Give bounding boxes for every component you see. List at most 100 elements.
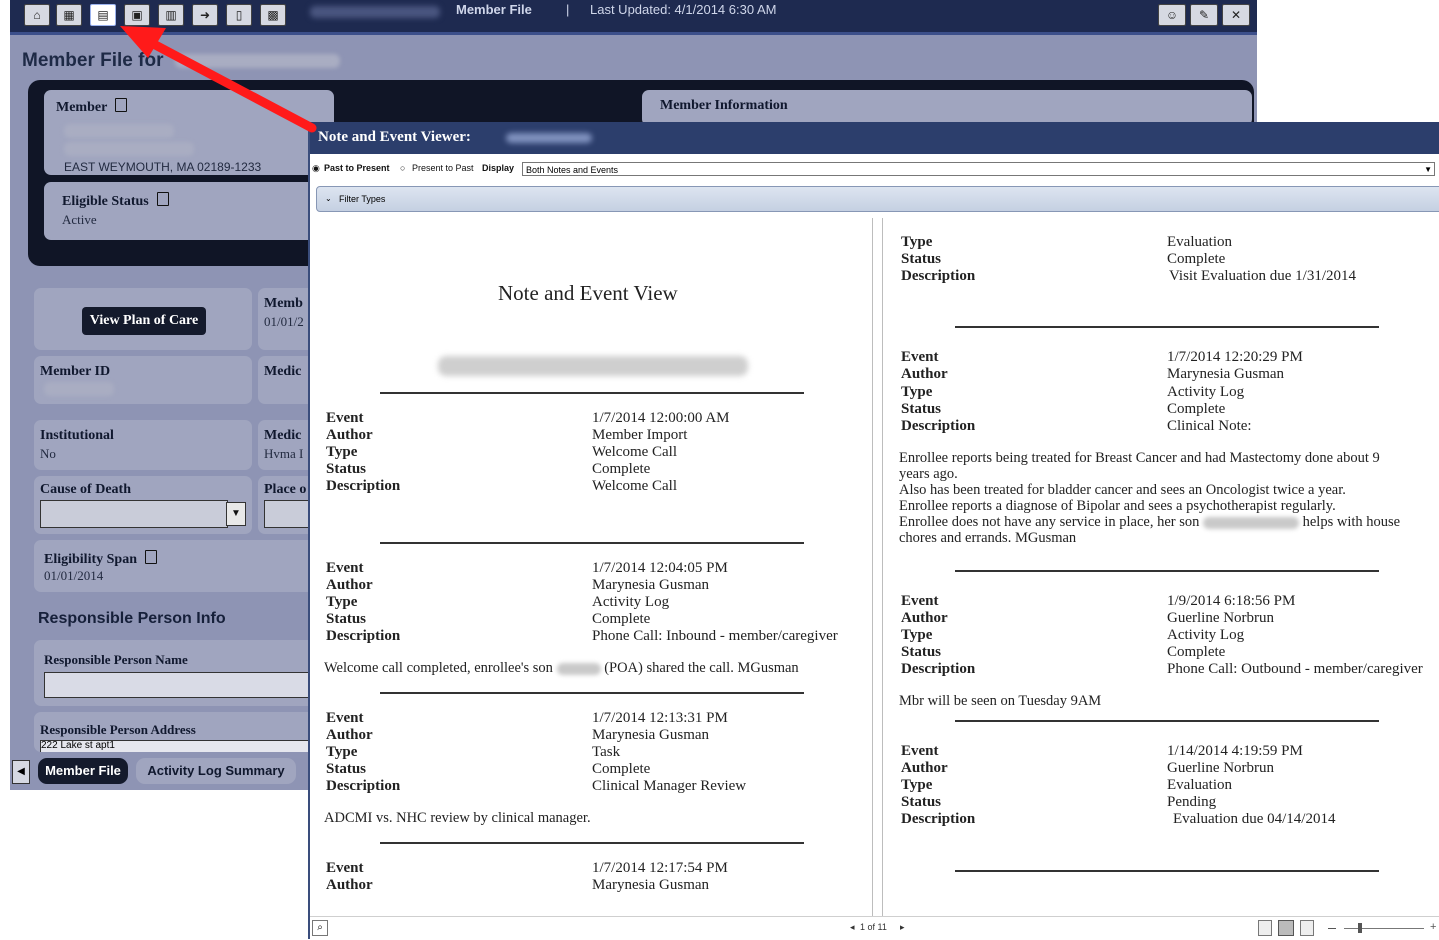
eligibility-span-label-text: Eligibility Span [44,552,137,567]
eligibility-span-tile: Eligibility Span 01/01/2014 [34,540,318,592]
medic-partial-label: Medic [264,428,302,443]
blurred-street [64,142,194,156]
copy-icon[interactable] [144,550,157,564]
calendar-icon[interactable]: ▣ [124,4,150,26]
arrow-icon[interactable]: ➜ [192,4,218,26]
author-value: Member Import [592,427,688,443]
entry-note: Mbr will be seen on Tuesday 9AM [899,693,1102,709]
past-to-present-radio[interactable]: ◉ [312,163,320,174]
view-plan-of-care-button[interactable]: View Plan of Care [82,307,206,335]
single-page-icon[interactable] [1258,920,1272,936]
description-label: Description [901,811,976,827]
present-to-past-radio[interactable]: ○ [400,163,405,173]
cause-of-death-select[interactable] [40,500,228,528]
type-value: Activity Log [1167,627,1245,643]
display-select-value: Both Notes and Events [526,165,619,175]
description-value: Clinical Note: [1167,418,1252,434]
user-icon[interactable]: ☺ [1158,4,1186,26]
responsible-address-label: Responsible Person Address [40,722,196,737]
cause-of-death-label: Cause of Death [40,482,131,497]
chevron-down-icon[interactable]: ⌄ [325,187,332,211]
type-value: Activity Log [1167,384,1245,400]
entry-note: ADCMI vs. NHC review by clinical manager… [324,810,591,826]
blurred-member-name [174,53,340,68]
description-value: Phone Call: Outbound - member/caregiver [1167,661,1423,677]
type-label: Type [326,594,358,610]
page-prev-icon[interactable]: ◂ [850,922,855,933]
chart-icon[interactable]: ▩ [260,4,286,26]
event-label: Event [326,560,364,576]
member-information-card: Member Information [642,90,1252,126]
institutional-tile: Institutional No [34,420,252,470]
divider [380,392,804,394]
scroll-left-icon[interactable]: ◀ [12,760,30,784]
member-id-tile: Member ID [34,356,252,404]
type-value: Activity Log [592,594,670,610]
copy-icon[interactable] [115,98,128,112]
grid-view-icon[interactable] [1300,920,1314,936]
zoom-slider-handle[interactable] [1358,923,1362,933]
institutional-value: No [40,446,56,461]
search-icon[interactable]: ⌕ [312,920,328,936]
description-label: Description [326,478,401,494]
toolbar-title: Member File [456,2,532,17]
note-line: Enrollee does not have any service in pl… [899,514,1439,530]
note-event-viewer-window: Note and Event Viewer: ◉ Past to Present… [308,122,1439,940]
zoom-in-icon[interactable]: + [1430,921,1436,933]
note-line: Enrollee reports being treated for Breas… [899,450,1380,466]
divider [955,326,1379,328]
folder-icon[interactable]: ▥ [158,4,184,26]
copy-icon[interactable] [156,192,169,206]
event-label: Event [901,743,939,759]
note-line-suffix: helps with house [1302,514,1401,530]
divider [955,570,1379,572]
status-value: Complete [1167,401,1226,417]
zoom-slider[interactable] [1344,928,1424,929]
viewer-title-bar: Note and Event Viewer: [310,122,1439,154]
status-label: Status [901,644,942,660]
filter-types-label: Filter Types [339,194,386,204]
blurred-member-id [44,382,114,396]
tab-activity-log-summary[interactable]: Activity Log Summary [136,758,296,784]
description-label: Description [326,628,401,644]
tab-member-file[interactable]: Member File [38,758,128,784]
two-page-icon[interactable] [1278,920,1294,936]
description-label: Description [326,778,401,794]
page-next-icon[interactable]: ▸ [900,922,905,933]
author-value: Guerline Norbrun [1167,610,1275,626]
filter-types-bar[interactable]: ⌄ Filter Types [316,186,1439,212]
type-value: Evaluation [1167,234,1232,250]
cause-of-death-tile: Cause of Death ▼ [34,476,252,534]
responsible-name-label: Responsible Person Name [44,652,188,667]
notes-viewer-icon[interactable]: ▤ [90,4,116,26]
zoom-out-icon[interactable] [1328,928,1336,929]
responsible-address-value: 222 Lake st apt1 [41,740,115,751]
page-heading-text: Member File for [22,50,164,71]
home-icon[interactable]: ⌂ [24,4,50,26]
eligible-status-card: Eligible Status Active [44,182,334,240]
author-value: Marynesia Gusman [592,727,710,743]
author-label: Author [901,610,948,626]
document-icon[interactable]: ▯ [226,4,252,26]
status-value: Pending [1167,794,1217,810]
blurred-name [64,124,174,138]
member-label-text: Member [56,100,108,115]
status-label: Status [326,611,367,627]
chevron-down-icon[interactable]: ▼ [1424,163,1432,177]
responsible-name-field[interactable] [44,672,322,698]
author-value: Marynesia Gusman [592,577,710,593]
close-icon[interactable]: ✕ [1222,4,1250,26]
chevron-down-icon[interactable]: ▼ [226,502,246,526]
toolbar-separator: | [566,2,570,17]
description-value: Evaluation due 04/14/2014 [1173,811,1336,827]
display-select[interactable]: Both Notes and Events ▼ [522,162,1435,176]
author-label: Author [901,760,948,776]
status-value: Complete [1167,644,1226,660]
event-value: 1/7/2014 12:20:29 PM [1167,349,1303,365]
report-title: Note and Event View [498,281,678,305]
note-line: Also has been treated for bladder cancer… [899,482,1346,498]
description-label: Description [901,661,976,677]
edit-icon[interactable]: ✎ [1190,4,1218,26]
grid-icon[interactable]: ▦ [56,4,82,26]
past-to-present-label: Past to Present [324,163,390,173]
